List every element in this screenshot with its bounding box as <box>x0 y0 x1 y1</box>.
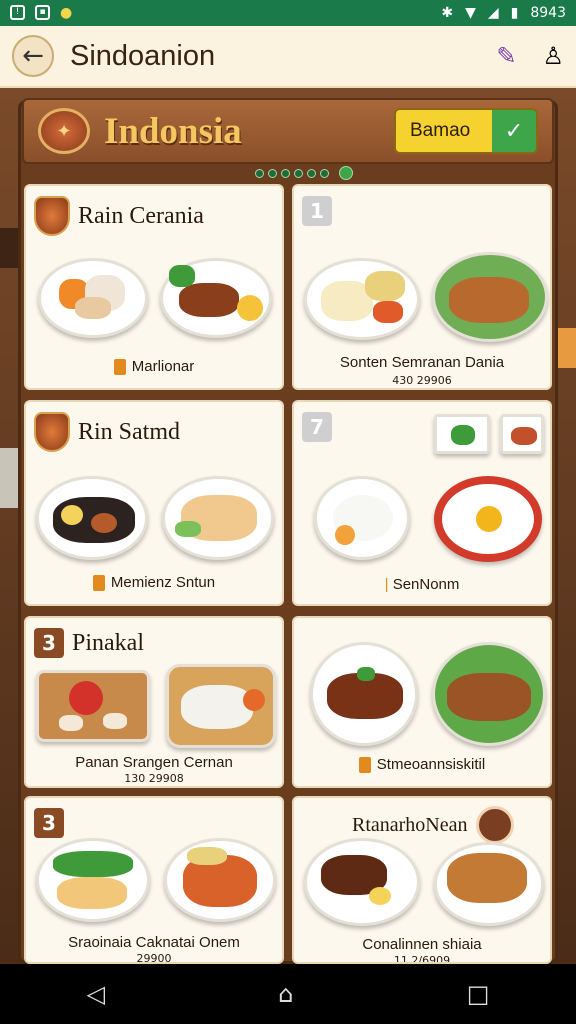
crest-icon: ✦ <box>38 108 90 154</box>
paint-icon[interactable]: ✎ <box>496 42 516 70</box>
dish-image <box>38 258 148 338</box>
region-select-value: Bamao <box>396 110 492 152</box>
home-nav-icon[interactable]: ⌂ <box>278 980 293 1008</box>
page-indicator <box>255 166 353 180</box>
dish-image <box>434 476 542 562</box>
country-banner: ✦ Indonsia Bamao ✓ <box>22 98 554 164</box>
dish-caption: | SenNonm <box>384 576 460 593</box>
dish-caption: Sonten Semranan Dania <box>339 354 505 371</box>
card-title: Pinakal <box>72 629 144 656</box>
country-title: Indonsia <box>104 110 242 152</box>
dish-image <box>432 252 548 342</box>
dish-subcaption: 11 2/6909 <box>393 954 451 964</box>
battery-icon: ▮ <box>510 5 519 21</box>
dish-card[interactable]: 3 Sraoinaia Caknatai Onem 29900 <box>24 796 284 964</box>
clock: 8943 <box>530 5 566 21</box>
dish-card[interactable]: Rain Cerania Marlionar <box>24 184 284 390</box>
dish-caption: Conalinnen shiaia <box>362 936 482 953</box>
tag-icon <box>92 575 105 592</box>
dish-card[interactable]: 7 | SenNonm <box>292 400 552 606</box>
dish-image <box>432 642 546 746</box>
card-badge: 7 <box>302 412 332 442</box>
card-badge: 1 <box>302 196 332 226</box>
dish-image <box>164 838 276 922</box>
check-icon[interactable]: ✓ <box>492 110 536 152</box>
bluetooth-icon: ✱ <box>441 5 454 21</box>
page-dot-active[interactable] <box>339 166 353 180</box>
dish-image <box>162 476 274 560</box>
dish-image <box>166 664 276 748</box>
dish-caption: Marlionar <box>26 358 282 376</box>
dish-image <box>36 670 150 742</box>
dish-subcaption: 430 29906 <box>392 374 452 387</box>
dish-image <box>314 476 410 560</box>
dish-card[interactable]: Stmeoannsiskitil <box>292 616 552 788</box>
card-badge: 3 <box>34 808 64 838</box>
crest-icon <box>34 412 70 452</box>
app-title: Sindoanion <box>70 39 216 72</box>
dish-card[interactable]: 1 Sonten Semranan Dania 430 29906 <box>292 184 552 390</box>
app-bar: ← Sindoanion ✎ ♙ <box>0 26 576 88</box>
page-dot[interactable] <box>268 168 277 178</box>
wifi-icon: ▼ <box>465 5 476 21</box>
dish-image <box>310 642 418 746</box>
dish-card[interactable]: 3 Pinakal Panan Srangen Cernan 130 29908 <box>24 616 284 788</box>
dish-image <box>304 258 420 340</box>
dish-image <box>434 842 544 926</box>
tag-icon <box>358 757 371 774</box>
user-icon[interactable]: ♙ <box>542 42 564 70</box>
system-nav-bar: ◁ ⌂ □ <box>0 964 576 1024</box>
dish-card[interactable]: Rin Satmd Memienz Sntun <box>24 400 284 606</box>
dish-caption: Sraoinaia Caknatai Onem <box>68 934 240 951</box>
dish-caption: Panan Srangen Cernan <box>75 754 233 771</box>
page-dot[interactable] <box>294 168 303 178</box>
dish-caption: Memienz Sntun <box>26 574 282 592</box>
card-title: Rain Cerania <box>78 202 204 229</box>
dish-image <box>36 476 148 560</box>
dish-subcaption: 130 29908 <box>124 772 184 785</box>
recents-nav-icon[interactable]: □ <box>467 980 490 1008</box>
dish-card[interactable]: RtanarhoNean Conalinnen shiaia 11 2/6909 <box>292 796 552 964</box>
status-bar: ! ▪ ● ✱ ▼ ◢ ▮ 8943 <box>0 0 576 26</box>
page-dot[interactable] <box>255 168 264 178</box>
back-button[interactable]: ← <box>12 35 54 77</box>
back-nav-icon[interactable]: ◁ <box>87 980 105 1008</box>
crest-icon <box>34 196 70 236</box>
avatar <box>475 806 514 844</box>
signal-icon: ◢ <box>487 5 499 21</box>
image-icon: ▪ <box>35 5 50 20</box>
card-title: RtanarhoNean <box>352 813 468 836</box>
page-dot[interactable] <box>281 168 290 178</box>
arrow-left-icon: ← <box>22 41 44 71</box>
page-dot[interactable] <box>307 168 316 178</box>
dish-image <box>160 258 272 338</box>
dish-image <box>500 414 544 454</box>
dish-caption: Stmeoannsiskitil <box>294 756 550 774</box>
dish-image <box>304 838 420 926</box>
dish-subcaption: 29900 <box>136 952 172 964</box>
tag-icon <box>113 359 126 376</box>
notification-icon: ! <box>10 5 25 20</box>
android-icon: ● <box>60 5 73 21</box>
dish-image <box>434 414 490 454</box>
card-title: Rin Satmd <box>78 418 181 445</box>
page-dot[interactable] <box>320 168 329 178</box>
card-badge: 3 <box>34 628 64 658</box>
region-select[interactable]: Bamao ✓ <box>394 108 538 154</box>
dish-image <box>36 838 150 922</box>
